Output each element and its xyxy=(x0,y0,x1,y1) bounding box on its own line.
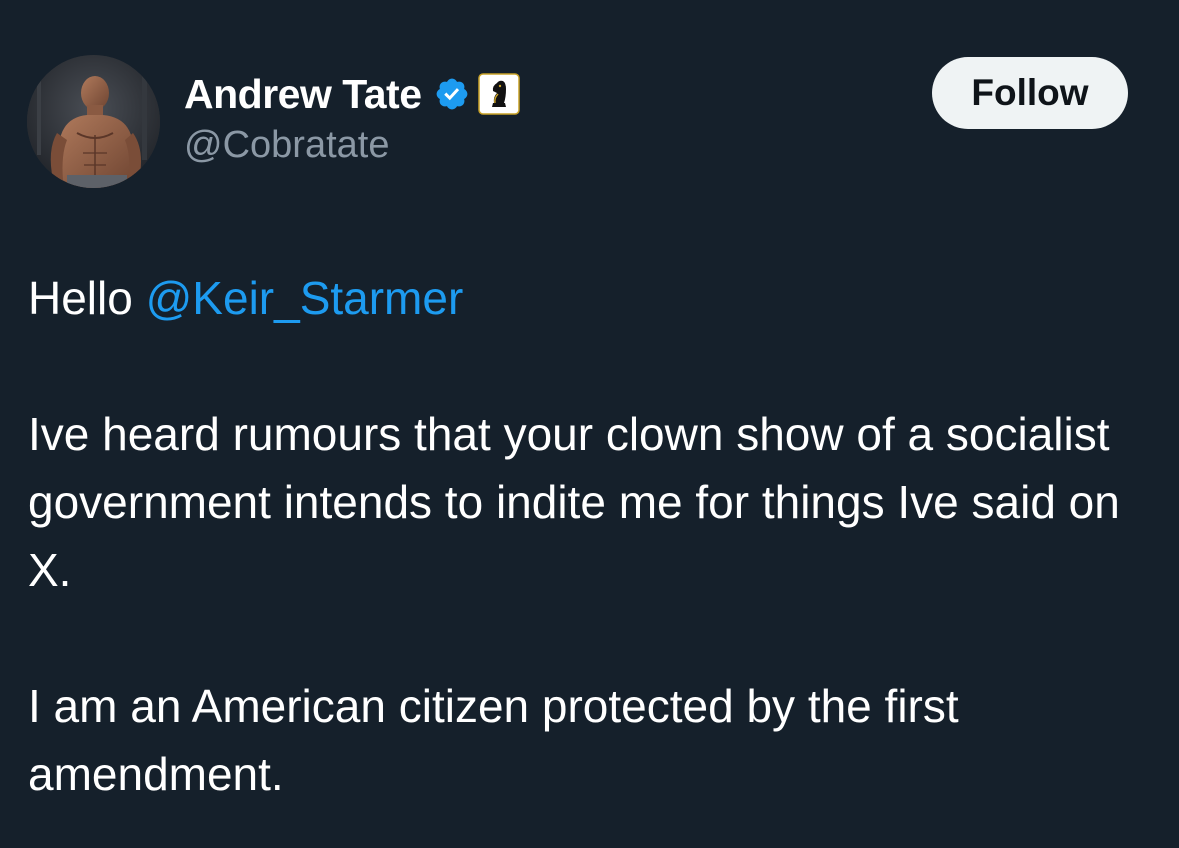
mention-link[interactable]: @Keir_Starmer xyxy=(146,272,464,324)
author-name-row: Andrew Tate xyxy=(184,68,520,120)
verified-badge-icon[interactable] xyxy=(434,76,470,112)
knight-chess-piece-icon[interactable] xyxy=(477,73,520,115)
author-display-name[interactable]: Andrew Tate xyxy=(184,71,422,118)
tweet-greeting-line: Hello @Keir_Starmer xyxy=(28,264,1148,332)
author-handle[interactable]: @Cobratate xyxy=(184,124,389,167)
tweet-card: Andrew Tate @Cobratate Follow Hello @Kei… xyxy=(0,0,1179,848)
tweet-paragraph-2: I am an American citizen protected by th… xyxy=(28,680,959,800)
greeting-text: Hello xyxy=(28,272,133,324)
avatar-image xyxy=(27,55,160,188)
tweet-paragraph-1: Ive heard rumours that your clown show o… xyxy=(28,408,1120,596)
follow-button[interactable]: Follow xyxy=(932,57,1128,129)
avatar[interactable] xyxy=(27,55,160,188)
tweet-text: Hello @Keir_Starmer Ive heard rumours th… xyxy=(28,264,1148,808)
